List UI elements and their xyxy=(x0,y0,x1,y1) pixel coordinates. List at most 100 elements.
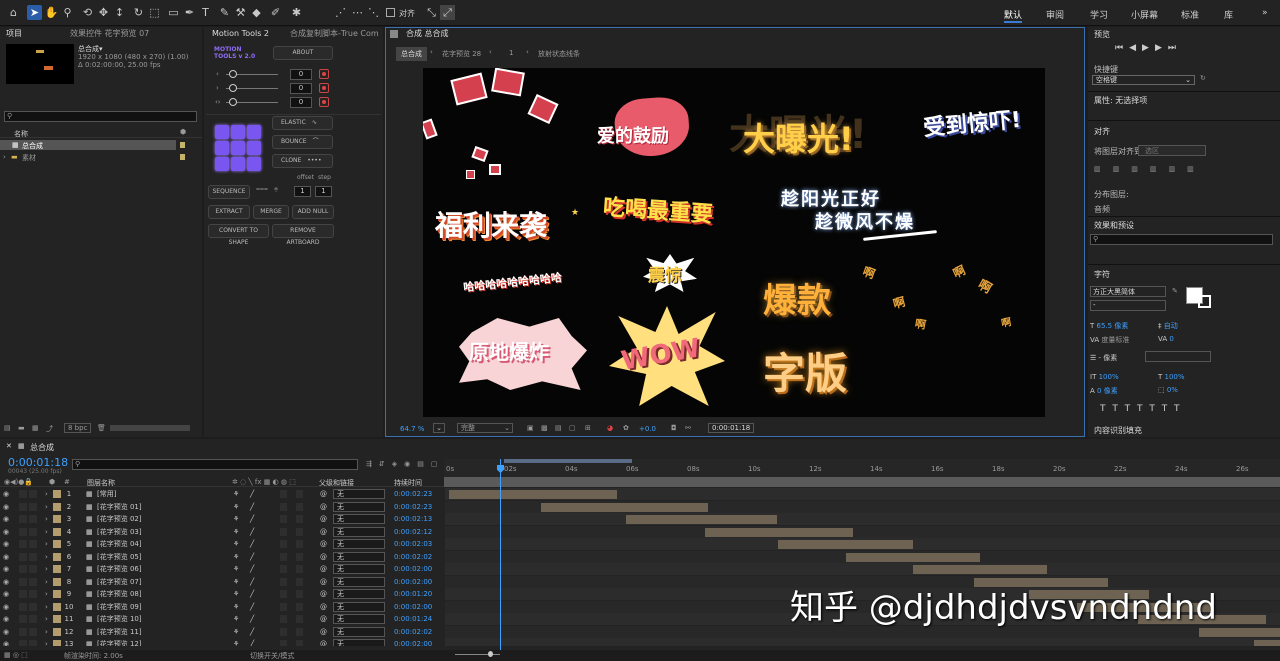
true-comp-tab[interactable]: 合成复制脚本-True Com xyxy=(284,27,379,41)
expand-chevron-icon[interactable]: › xyxy=(45,588,48,600)
eyedropper-icon[interactable]: ✎ xyxy=(1172,287,1178,295)
eraser-tool-icon[interactable]: ◆ xyxy=(249,5,264,20)
adjustment-toggle[interactable] xyxy=(296,552,303,561)
audio-title[interactable]: 音频 xyxy=(1094,204,1110,215)
project-item-comp[interactable]: ▦ 总合成 xyxy=(0,140,176,150)
baseline-value[interactable]: A 0 像素 xyxy=(1090,386,1118,396)
workspace-small-screen[interactable]: 小屏幕 xyxy=(1131,8,1158,21)
audio-toggle[interactable] xyxy=(19,515,27,523)
audio-toggle[interactable] xyxy=(19,577,27,586)
axis-local-icon[interactable]: ⋰ xyxy=(333,5,348,20)
layer-row[interactable]: ◉ › 13 ▦ [花字预览 12] ⚘ ╱ @ 无 0:00:02:00 xyxy=(0,638,445,646)
quality-icon[interactable]: ╱ xyxy=(250,513,254,525)
tracking-value[interactable]: VA 0 xyxy=(1158,335,1174,343)
solo-toggle[interactable] xyxy=(29,615,37,623)
trash-icon[interactable]: 🗑 xyxy=(97,424,106,432)
shortcut-select[interactable]: 空格键 ⌄ xyxy=(1092,75,1195,85)
motion-blur-toggle[interactable] xyxy=(280,515,287,523)
breadcrumb-main[interactable]: 总合成 xyxy=(396,47,427,61)
layer-name[interactable]: [花字预览 11] xyxy=(97,626,142,638)
shy-icon[interactable]: ⚘ xyxy=(233,626,239,638)
timeline-switches-icons[interactable]: ⇶⇵◈◉▤▢ xyxy=(366,460,444,468)
shy-icon[interactable]: ⚘ xyxy=(233,538,239,550)
composition-tab[interactable]: 合成 总合成 xyxy=(400,27,449,41)
current-time-display[interactable]: 0:00:01:18 xyxy=(708,423,755,433)
solo-toggle[interactable] xyxy=(29,565,37,573)
axis-view-icon[interactable]: ⋱ xyxy=(366,5,381,20)
shy-icon[interactable]: ⚘ xyxy=(233,526,239,538)
layer-name-header[interactable]: 图层名称 xyxy=(87,478,115,488)
ease-in-knob[interactable] xyxy=(229,70,237,78)
visibility-icon[interactable]: ◉ xyxy=(3,526,9,538)
flowchart-icon[interactable]: ⤴ xyxy=(46,424,53,434)
solo-toggle[interactable] xyxy=(29,490,37,498)
quality-icon[interactable]: ╱ xyxy=(250,638,254,646)
solo-toggle[interactable] xyxy=(29,515,37,523)
playhead[interactable] xyxy=(500,459,501,654)
expand-chevron-icon[interactable]: › xyxy=(45,551,48,563)
adjustment-toggle[interactable] xyxy=(296,502,303,511)
layer-duration[interactable]: 0:00:02:23 xyxy=(394,488,432,500)
layer-duration-bar[interactable] xyxy=(845,552,980,562)
mask-visibility-icon[interactable]: ▤ xyxy=(555,424,562,432)
parent-select[interactable]: 无 xyxy=(333,514,385,524)
color-channels-icon[interactable]: ◕ xyxy=(607,424,613,432)
layer-duration-bar[interactable] xyxy=(705,527,853,537)
remove-artboard-button[interactable]: REMOVE ARTBOARD xyxy=(272,224,334,246)
adjustment-toggle[interactable] xyxy=(296,515,303,523)
motion-blur-toggle[interactable] xyxy=(280,615,287,623)
project-search-input[interactable]: ⚲ xyxy=(4,111,197,122)
character-title[interactable]: 字符 xyxy=(1094,269,1110,280)
shy-icon[interactable]: ⚘ xyxy=(233,513,239,525)
visibility-icon[interactable]: ◉ xyxy=(3,513,9,525)
label-color-swatch[interactable] xyxy=(53,490,61,498)
layer-row[interactable]: ◉ › 9 ▦ [花字预览 08] ⚘ ╱ @ 无 0:00:01:20 xyxy=(0,588,445,601)
layer-row[interactable]: ◉ › 1 ▦ [常用] ⚘ ╱ @ 无 0:00:02:23 xyxy=(0,488,445,501)
visibility-icon[interactable]: ◉ xyxy=(3,601,9,613)
parent-select[interactable]: 无 xyxy=(333,551,385,562)
layer-duration[interactable]: 0:00:01:20 xyxy=(394,588,432,600)
quality-icon[interactable]: ╱ xyxy=(250,588,254,600)
motion-blur-toggle[interactable] xyxy=(280,490,287,498)
snap-edge-icon[interactable]: ⤡ xyxy=(424,5,439,20)
expand-chevron-icon[interactable]: › xyxy=(45,563,48,575)
expand-chevron-icon[interactable]: › xyxy=(45,501,48,513)
solo-toggle[interactable] xyxy=(29,627,37,636)
layer-name[interactable]: [花字预览 08] xyxy=(97,588,142,600)
visibility-icon[interactable]: ◉ xyxy=(3,626,9,638)
audio-toggle[interactable] xyxy=(19,602,27,611)
layer-name[interactable]: [花字预览 03] xyxy=(97,526,142,538)
parent-select[interactable]: 无 xyxy=(333,539,385,549)
layer-row[interactable]: ◉ › 12 ▦ [花字预览 11] ⚘ ╱ @ 无 0:00:02:02 xyxy=(0,626,445,639)
solo-toggle[interactable] xyxy=(29,602,37,611)
layer-duration[interactable]: 0:00:02:23 xyxy=(394,501,432,513)
motion-blur-toggle[interactable] xyxy=(280,552,287,561)
transparency-grid-icon[interactable]: ▩ xyxy=(541,424,548,432)
anchor-top-left[interactable] xyxy=(215,125,229,139)
visibility-icon[interactable]: ◉ xyxy=(3,563,9,575)
layer-duration[interactable]: 0:00:01:24 xyxy=(394,613,432,625)
apply-ease-in-button[interactable] xyxy=(319,69,329,79)
puppet-tool-icon[interactable]: ✱ xyxy=(289,5,304,20)
layer-duration[interactable]: 0:00:02:12 xyxy=(394,526,432,538)
layer-duration-bar[interactable] xyxy=(1254,640,1280,646)
layer-row[interactable]: ◉ › 3 ▦ [花字预览 02] ⚘ ╱ @ 无 0:00:02:13 xyxy=(0,513,445,526)
timeline-tab[interactable]: 总合成 xyxy=(30,442,54,453)
visibility-icon[interactable]: ◉ xyxy=(3,588,9,600)
ease-in-value[interactable]: 0 xyxy=(290,69,312,80)
zoom-dropdown-icon[interactable]: ⌄ xyxy=(433,423,445,433)
parent-select[interactable]: 无 xyxy=(333,626,385,637)
new-folder-icon[interactable]: ▬ xyxy=(18,424,25,432)
project-item-folder[interactable]: › ▬ 素材 xyxy=(0,152,176,162)
layer-duration[interactable]: 0:00:02:00 xyxy=(394,576,432,588)
stroke-style-select[interactable] xyxy=(1145,351,1211,362)
audio-toggle[interactable] xyxy=(19,502,27,511)
workspace-standard[interactable]: 标准 xyxy=(1181,8,1199,21)
playback-controls[interactable]: ⏮◀▶▶⏭ xyxy=(1115,43,1182,53)
quality-icon[interactable]: ╱ xyxy=(250,563,254,575)
label-color-swatch[interactable] xyxy=(53,602,61,611)
visibility-icon[interactable]: ◉ xyxy=(3,488,9,500)
bpc-button[interactable]: 8 bpc xyxy=(64,423,92,433)
color-management-icon[interactable]: ✿ xyxy=(623,424,629,432)
adjustment-toggle[interactable] xyxy=(296,615,303,623)
